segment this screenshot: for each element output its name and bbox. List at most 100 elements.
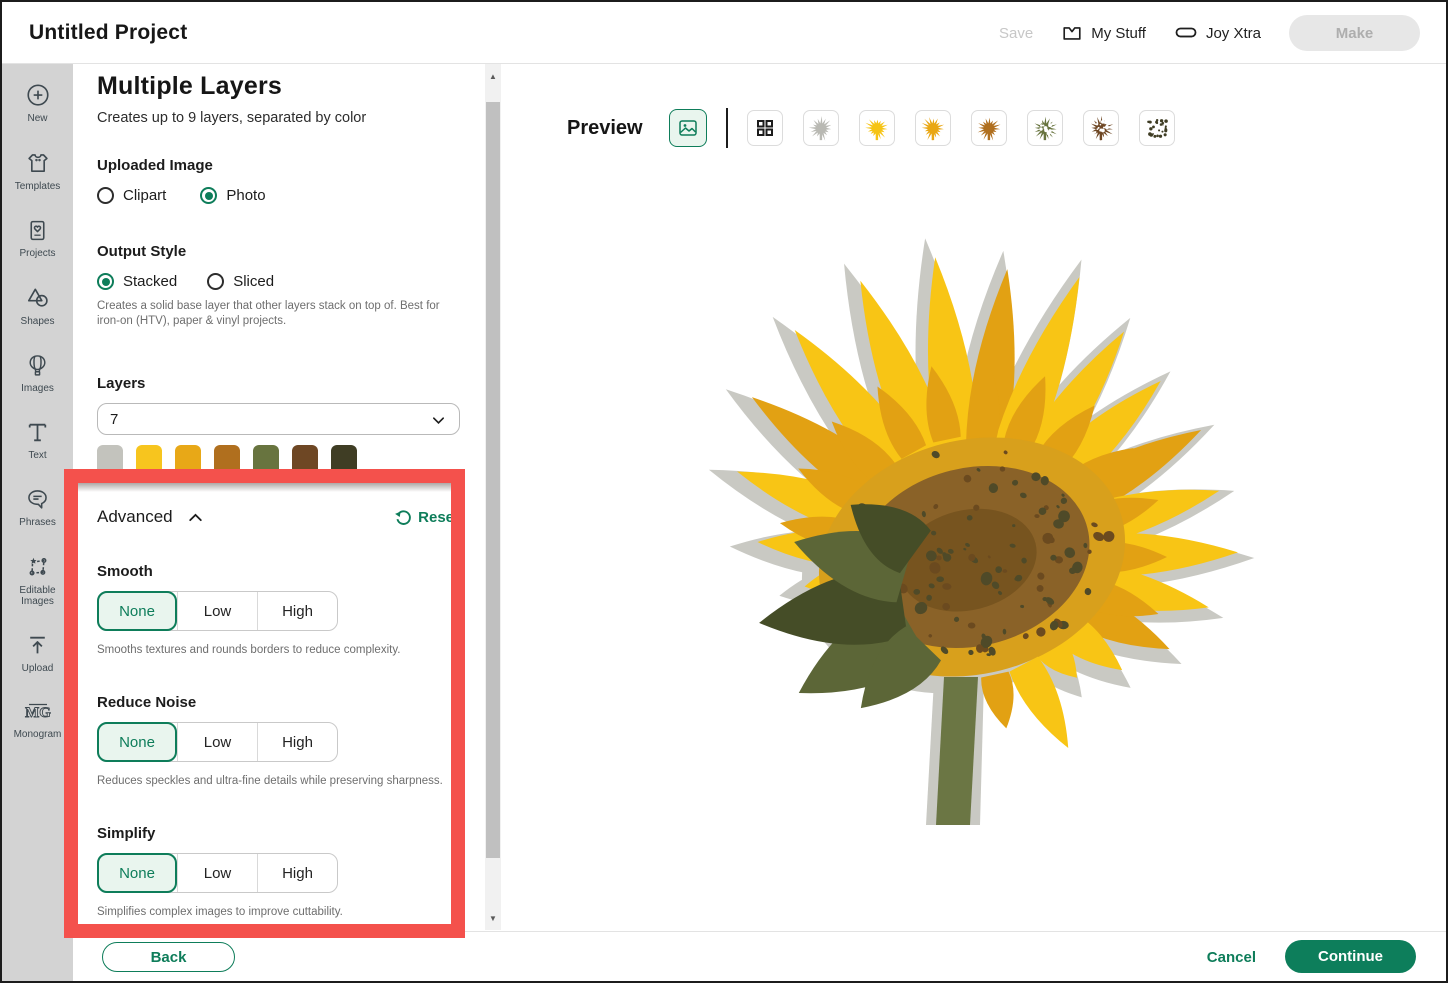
- layer-thumbnail-1[interactable]: [803, 110, 839, 146]
- project-title[interactable]: Untitled Project: [29, 21, 187, 45]
- advanced-label: Advanced: [97, 507, 173, 527]
- preview-label: Preview: [567, 117, 643, 140]
- chevron-up-icon[interactable]: [187, 509, 204, 526]
- reset-icon: [393, 508, 412, 527]
- smooth-none-button[interactable]: None: [97, 591, 177, 631]
- svg-text:MG: MG: [25, 705, 51, 721]
- scrollbar-up-arrow[interactable]: ▲: [485, 68, 501, 84]
- smooth-high-button[interactable]: High: [257, 592, 337, 630]
- radio-clipart[interactable]: Clipart: [97, 187, 166, 204]
- layer-swatch-6[interactable]: [292, 445, 318, 483]
- sidebar-item-images[interactable]: Images: [2, 353, 73, 394]
- reduce-noise-none-button[interactable]: None: [97, 722, 177, 762]
- make-button[interactable]: Make: [1289, 15, 1420, 51]
- panel-title: Multiple Layers: [97, 72, 459, 101]
- sidebar-item-editable-images[interactable]: Editable Images: [2, 554, 73, 607]
- machine-icon: [1174, 22, 1198, 44]
- layer-swatch-7[interactable]: [331, 445, 357, 483]
- uploaded-image-options: Clipart Photo: [97, 187, 459, 204]
- simplify-none-button[interactable]: None: [97, 853, 177, 893]
- reduce-noise-label: Reduce Noise: [97, 694, 459, 711]
- radio-sliced[interactable]: Sliced: [207, 273, 274, 290]
- project-card-icon: [25, 218, 50, 243]
- sidebar-item-monogram[interactable]: MG Monogram: [2, 700, 73, 740]
- machine-select-button[interactable]: Joy Xtra: [1174, 22, 1261, 44]
- save-button[interactable]: Save: [999, 25, 1033, 42]
- layer-swatches: [97, 445, 459, 483]
- radio-stacked[interactable]: Stacked: [97, 273, 177, 290]
- footer: Back Cancel Continue: [73, 931, 1446, 981]
- reduce-noise-segmented-control: None Low High: [97, 722, 338, 762]
- sidebar-item-projects[interactable]: Projects: [2, 218, 73, 259]
- preview-toolbar: Preview: [567, 108, 1175, 148]
- uploaded-image-label: Uploaded Image: [97, 157, 459, 174]
- reduce-noise-description: Reduces speckles and ultra-fine details …: [97, 775, 459, 787]
- output-style-label: Output Style: [97, 243, 459, 260]
- preview-canvas: [642, 185, 1322, 825]
- preview-image-button[interactable]: [669, 109, 707, 147]
- monogram-icon: MG: [23, 700, 53, 724]
- back-button[interactable]: Back: [102, 942, 235, 972]
- simplify-high-button[interactable]: High: [257, 854, 337, 892]
- settings-panel: Multiple Layers Creates up to 9 layers, …: [73, 64, 485, 930]
- layer-thumbnail-2[interactable]: [859, 110, 895, 146]
- radio-sliced-control[interactable]: [207, 273, 224, 290]
- sidebar-item-phrases[interactable]: Phrases: [2, 487, 73, 528]
- radio-photo-control[interactable]: [200, 187, 217, 204]
- layers-select[interactable]: 7: [97, 403, 460, 435]
- grid-icon: [755, 118, 775, 138]
- sidebar-item-new[interactable]: New: [2, 82, 73, 124]
- sidebar: New Templates Projects Shapes Images Tex…: [2, 64, 73, 981]
- layer-thumbnail-3[interactable]: [915, 110, 951, 146]
- smooth-description: Smooths textures and rounds borders to r…: [97, 644, 459, 656]
- grid-view-button[interactable]: [747, 110, 783, 146]
- smooth-low-button[interactable]: Low: [177, 592, 257, 630]
- phrases-icon: [25, 487, 50, 512]
- tshirt-icon: [25, 150, 51, 176]
- shapes-icon: [25, 285, 51, 311]
- text-icon: [25, 420, 50, 445]
- radio-clipart-control[interactable]: [97, 187, 114, 204]
- radio-photo[interactable]: Photo: [200, 187, 265, 204]
- layer-swatch-5[interactable]: [253, 445, 279, 483]
- chevron-down-icon: [431, 413, 446, 428]
- simplify-segmented-control: None Low High: [97, 853, 338, 893]
- layer-swatch-1[interactable]: [97, 445, 123, 483]
- layer-thumbnail-4[interactable]: [971, 110, 1007, 146]
- new-icon: [25, 82, 51, 108]
- toolbar-divider: [726, 108, 728, 148]
- header: Untitled Project Save My Stuff Joy Xtra …: [2, 2, 1446, 64]
- layers-select-value: 7: [110, 411, 118, 428]
- layer-swatch-4[interactable]: [214, 445, 240, 483]
- layer-thumbnail-5[interactable]: [1027, 110, 1063, 146]
- output-style-description: Creates a solid base layer that other la…: [97, 299, 457, 329]
- smooth-label: Smooth: [97, 563, 459, 580]
- sidebar-item-text[interactable]: Text: [2, 420, 73, 461]
- preview-area: Preview: [501, 64, 1446, 930]
- sidebar-item-shapes[interactable]: Shapes: [2, 285, 73, 327]
- radio-stacked-control[interactable]: [97, 273, 114, 290]
- layer-swatch-2[interactable]: [136, 445, 162, 483]
- continue-button[interactable]: Continue: [1285, 940, 1416, 973]
- layer-swatch-3[interactable]: [175, 445, 201, 483]
- output-style-options: Stacked Sliced: [97, 273, 459, 290]
- sidebar-item-upload[interactable]: Upload: [2, 633, 73, 674]
- editable-images-icon: [25, 554, 51, 580]
- scrollbar-down-arrow[interactable]: ▼: [485, 910, 501, 926]
- simplify-low-button[interactable]: Low: [177, 854, 257, 892]
- scrollbar-thumb[interactable]: [486, 102, 500, 858]
- my-stuff-button[interactable]: My Stuff: [1061, 22, 1146, 44]
- sidebar-item-templates[interactable]: Templates: [2, 150, 73, 192]
- cancel-button[interactable]: Cancel: [1207, 949, 1256, 966]
- simplify-label: Simplify: [97, 825, 459, 842]
- reduce-noise-high-button[interactable]: High: [257, 723, 337, 761]
- layer-thumbnail-6[interactable]: [1083, 110, 1119, 146]
- app-window: Untitled Project Save My Stuff Joy Xtra …: [0, 0, 1448, 983]
- layer-thumbnail-7[interactable]: [1139, 110, 1175, 146]
- reduce-noise-low-button[interactable]: Low: [177, 723, 257, 761]
- advanced-header: Advanced Reset: [97, 507, 459, 527]
- panel-scrollbar[interactable]: ▲ ▼: [485, 64, 501, 930]
- panel-subtitle: Creates up to 9 layers, separated by col…: [97, 110, 459, 126]
- reset-button[interactable]: Reset: [393, 508, 459, 527]
- my-stuff-icon: [1061, 22, 1083, 44]
